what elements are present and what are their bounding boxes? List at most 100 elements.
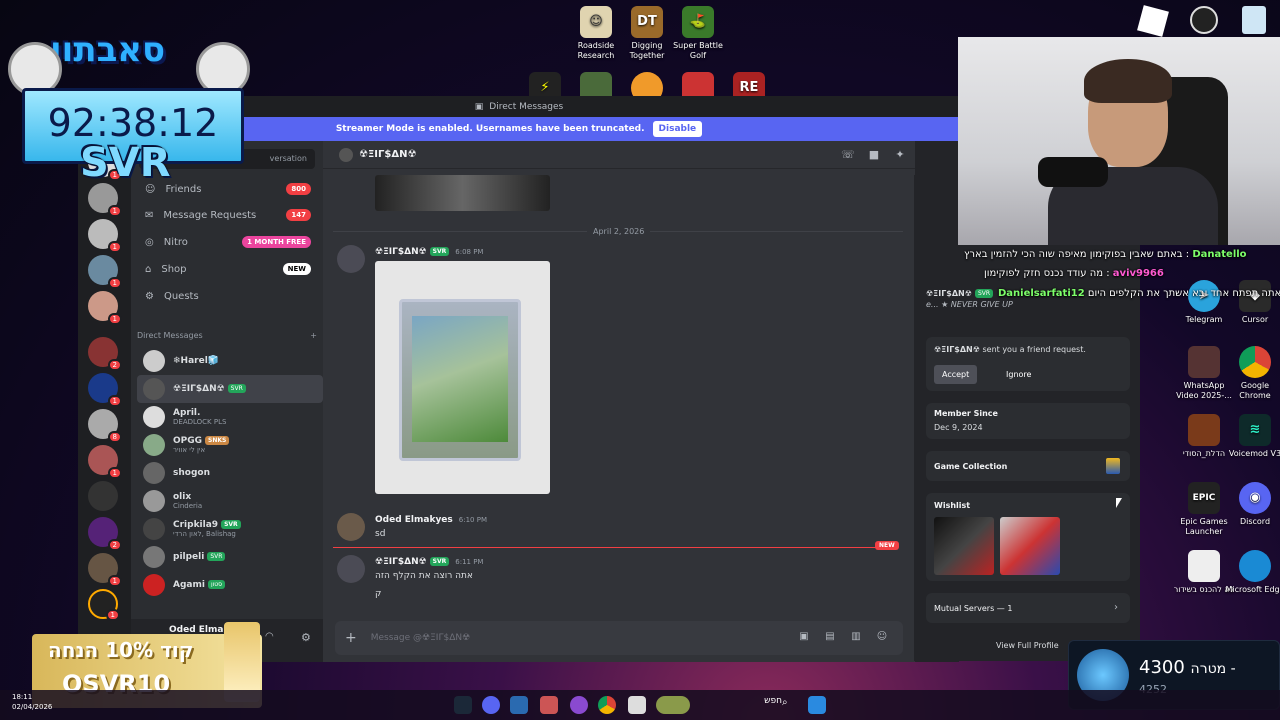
streamer-mode-text: Streamer Mode is enabled. Usernames have… (335, 124, 645, 134)
emoji-icon[interactable]: ☺ (875, 631, 889, 645)
headphones-icon[interactable]: ◠ (265, 631, 274, 642)
server-icon[interactable]: 1 (88, 589, 120, 621)
friends-badge: 800 (286, 183, 311, 195)
card-sleeve (399, 299, 521, 461)
dm-item[interactable]: Cripkila9 SVR לאון הרדי, Balishag (137, 515, 323, 543)
disable-streamer-button[interactable]: Disable (652, 121, 703, 137)
dm-sidebar: versation ☺ Friends 800 ✉ Message Reques… (131, 141, 323, 662)
server-icon[interactable]: 1 (88, 373, 122, 407)
desktop-icon-chrome[interactable]: Google Chrome (1224, 346, 1280, 401)
desktop-icon-discord[interactable]: ◉ Discord (1224, 482, 1280, 527)
golf-icon: ⛳ (682, 6, 714, 38)
widget-icon[interactable] (656, 696, 690, 714)
discord-taskbar-icon[interactable] (482, 696, 500, 714)
ignore-button[interactable]: Ignore (998, 365, 1039, 384)
avatar[interactable] (337, 245, 365, 273)
obs-icon[interactable] (1190, 6, 1218, 34)
nav-quests[interactable]: ⚙ Quests (137, 284, 317, 308)
text-file-icon (1188, 550, 1220, 582)
app-icon[interactable] (510, 696, 528, 714)
dm-item[interactable]: Agami סטון (137, 571, 323, 599)
file-explorer-icon[interactable] (628, 696, 646, 714)
server-icon[interactable]: 1 (88, 291, 122, 325)
nav-message-requests[interactable]: ✉ Message Requests 147 (137, 203, 317, 227)
mutual-servers-card[interactable]: Mutual Servers — 1 › (926, 593, 1130, 623)
dm-item[interactable]: OPGG SNKS אין לי אוויר (137, 431, 323, 459)
dm-item[interactable]: shogon (137, 459, 323, 487)
server-icon[interactable]: 2 (88, 517, 122, 551)
card-art (412, 316, 508, 442)
wishlist-item-spiderman[interactable] (1000, 517, 1060, 575)
server-icon[interactable]: 8 (88, 409, 122, 443)
desktop-icon-edge[interactable]: Microsoft Edge (1224, 550, 1280, 595)
windows-start-icon[interactable] (808, 696, 826, 714)
pokemon-card-image[interactable] (375, 261, 550, 494)
timer-sub-label: SVR (80, 140, 171, 186)
unread-badge: 1 (107, 205, 122, 217)
search-icon[interactable]: ⌕ (782, 697, 788, 708)
nav-nitro[interactable]: ◎ Nitro 1 MONTH FREE (137, 230, 317, 254)
server-tag: SNKS (205, 436, 230, 445)
app-icon[interactable] (570, 696, 588, 714)
attachment-image[interactable] (375, 175, 550, 211)
server-icon[interactable] (88, 481, 118, 511)
add-attachment-icon[interactable]: + (345, 630, 357, 646)
discord-window: ▣ Direct Messages Streamer Mode is enabl… (78, 96, 959, 662)
add-dm-icon[interactable]: + (310, 331, 317, 340)
recycle-bin-icon[interactable] (1242, 6, 1266, 34)
subathon-logo: סאבתון (50, 30, 166, 70)
app-icon[interactable] (540, 696, 558, 714)
server-icon[interactable]: 1 (88, 255, 122, 289)
chat-area: ☢ΞIΓ$ΔN☢ ☏ ■ ✦ April 2, 2026 ☢ΞIΓ$ΔN☢ SVR… (323, 141, 915, 662)
accept-button[interactable]: Accept (934, 365, 978, 384)
avatar (143, 490, 165, 512)
settings-icon[interactable]: ⚙ (301, 631, 311, 644)
desktop-icon-cursor[interactable]: ◆ Cursor (1224, 280, 1280, 325)
gift-icon[interactable]: ▣ (797, 631, 811, 645)
microphone (1038, 157, 1108, 187)
chrome-taskbar-icon[interactable] (598, 696, 616, 714)
desktop-icon-golf[interactable]: ⛳ Super Battle Golf (667, 6, 729, 61)
wishlist-label: Wishlist (934, 501, 971, 510)
wishlist-card: Wishlist (926, 493, 1130, 581)
dm-item[interactable]: pilpeli SVR (137, 543, 323, 571)
server-icon[interactable]: 1 (88, 183, 122, 217)
dm-item[interactable]: olix Cinderia (137, 487, 323, 515)
game-collection-card[interactable]: Game Collection (926, 451, 1130, 481)
roblox-icon[interactable] (1137, 5, 1169, 37)
taskbar-clock[interactable]: 18:11 02/04/2026 (12, 692, 52, 712)
steam-icon[interactable] (454, 696, 472, 714)
server-rail: 1 1 1 1 1 2 1 8 1 2 1 1 (79, 141, 131, 662)
nav-shop[interactable]: ⌂ Shop NEW (137, 257, 317, 281)
gif-icon[interactable]: ▤ (823, 631, 837, 645)
desktop-icon-voicemod[interactable]: ≋ Voicemod V3 (1224, 414, 1280, 459)
server-icon[interactable]: 1 (88, 553, 122, 587)
pin-icon[interactable]: ✦ (893, 148, 907, 162)
call-icon[interactable]: ☏ (841, 148, 855, 162)
date-divider-label: April 2, 2026 (587, 227, 651, 236)
unread-badge: 1 (107, 395, 122, 407)
sticker-icon[interactable]: ▥ (849, 631, 863, 645)
server-tag: סטון (207, 580, 226, 589)
message-composer[interactable]: + Message @☢ΞIΓ$ΔN☢ (335, 621, 903, 655)
avatar (143, 546, 165, 568)
server-icon[interactable]: 2 (88, 337, 122, 371)
server-icon[interactable]: 1 (88, 219, 122, 253)
edge-icon (1239, 550, 1271, 582)
dm-item[interactable]: April. DEADLOCK PLS (137, 403, 323, 431)
server-icon[interactable]: 1 (88, 445, 122, 479)
taskbar-search[interactable]: חפש (740, 696, 800, 714)
avatar[interactable] (337, 513, 365, 541)
unread-badge: 1 (107, 467, 122, 479)
wishlist-item-venom[interactable] (934, 517, 994, 575)
avatar[interactable] (337, 555, 365, 583)
server-tag: SVR (207, 552, 226, 561)
video-icon[interactable]: ■ (867, 148, 881, 162)
dm-item-selected[interactable]: ☢ΞIΓ$ΔN☢ SVR (137, 375, 323, 403)
view-full-profile-link[interactable]: View Full Profile (996, 641, 1059, 650)
server-tag: SVR (429, 557, 450, 566)
message-text: אתה רוצה את הקלף הזה (375, 571, 473, 581)
unread-badge: 8 (107, 431, 122, 443)
dm-item[interactable]: ❄Harel🧊 (137, 347, 323, 375)
discord-icon: ◉ (1239, 482, 1271, 514)
